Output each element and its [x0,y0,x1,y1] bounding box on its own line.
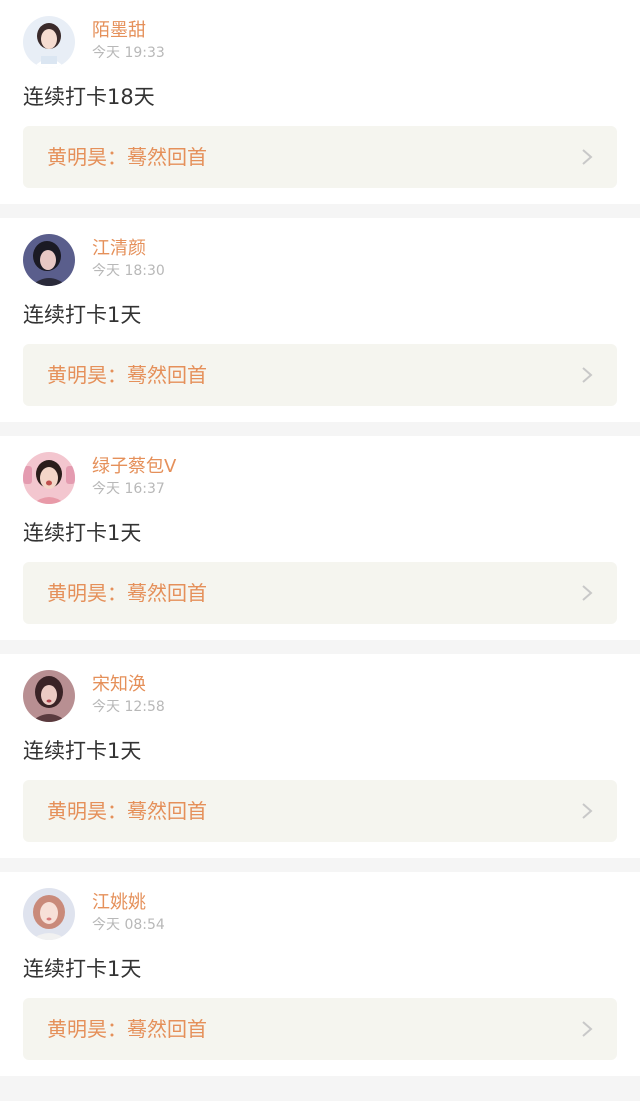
user-avatar[interactable] [23,888,75,940]
post-timestamp: 今天 18:30 [92,263,165,279]
feed-post: 江清颜 今天 18:30 连续打卡1天 黄明昊：蓦然回首 [0,218,640,422]
reply-text: 黄明昊：蓦然回首 [47,1017,207,1041]
feed-post: 绿子蔡包V 今天 16:37 连续打卡1天 黄明昊：蓦然回首 [0,436,640,640]
reply-card[interactable]: 黄明昊：蓦然回首 [23,126,617,188]
reply-card[interactable]: 黄明昊：蓦然回首 [23,780,617,842]
feed-post: 宋知涣 今天 12:58 连续打卡1天 黄明昊：蓦然回首 [0,654,640,858]
reply-card[interactable]: 黄明昊：蓦然回首 [23,562,617,624]
chevron-right-icon [579,148,595,166]
avatar-portrait-icon [23,16,75,68]
post-timestamp: 今天 19:33 [92,45,165,61]
user-avatar[interactable] [23,16,75,68]
reply-text: 黄明昊：蓦然回首 [47,581,207,605]
username[interactable]: 江清颜 [92,237,146,261]
post-content: 连续打卡1天 [23,521,142,545]
feed-post: 江姚姚 今天 08:54 连续打卡1天 黄明昊：蓦然回首 [0,872,640,1076]
chevron-right-icon [579,366,595,384]
username[interactable]: 江姚姚 [92,891,146,915]
username[interactable]: 绿子蔡包V [92,455,176,479]
user-avatar[interactable] [23,452,75,504]
post-content: 连续打卡1天 [23,303,142,327]
reply-card[interactable]: 黄明昊：蓦然回首 [23,344,617,406]
user-avatar[interactable] [23,234,75,286]
reply-text: 黄明昊：蓦然回首 [47,363,207,387]
user-avatar[interactable] [23,670,75,722]
reply-text: 黄明昊：蓦然回首 [47,799,207,823]
chevron-right-icon [579,584,595,602]
post-timestamp: 今天 12:58 [92,699,165,715]
chevron-right-icon [579,802,595,820]
feed-post: 陌墨甜 今天 19:33 连续打卡18天 黄明昊：蓦然回首 [0,0,640,204]
avatar-portrait-icon [23,670,75,722]
post-timestamp: 今天 16:37 [92,481,165,497]
avatar-portrait-icon [23,234,75,286]
avatar-portrait-icon [23,888,75,940]
username[interactable]: 陌墨甜 [92,19,146,43]
username[interactable]: 宋知涣 [92,673,146,697]
chevron-right-icon [579,1020,595,1038]
reply-text: 黄明昊：蓦然回首 [47,145,207,169]
post-content: 连续打卡1天 [23,739,142,763]
reply-card[interactable]: 黄明昊：蓦然回首 [23,998,617,1060]
checkin-feed: 陌墨甜 今天 19:33 连续打卡18天 黄明昊：蓦然回首 江清颜 今天 18:… [0,0,640,1101]
avatar-portrait-icon [23,452,75,504]
post-content: 连续打卡1天 [23,957,142,981]
post-content: 连续打卡18天 [23,85,155,109]
post-timestamp: 今天 08:54 [92,917,165,933]
